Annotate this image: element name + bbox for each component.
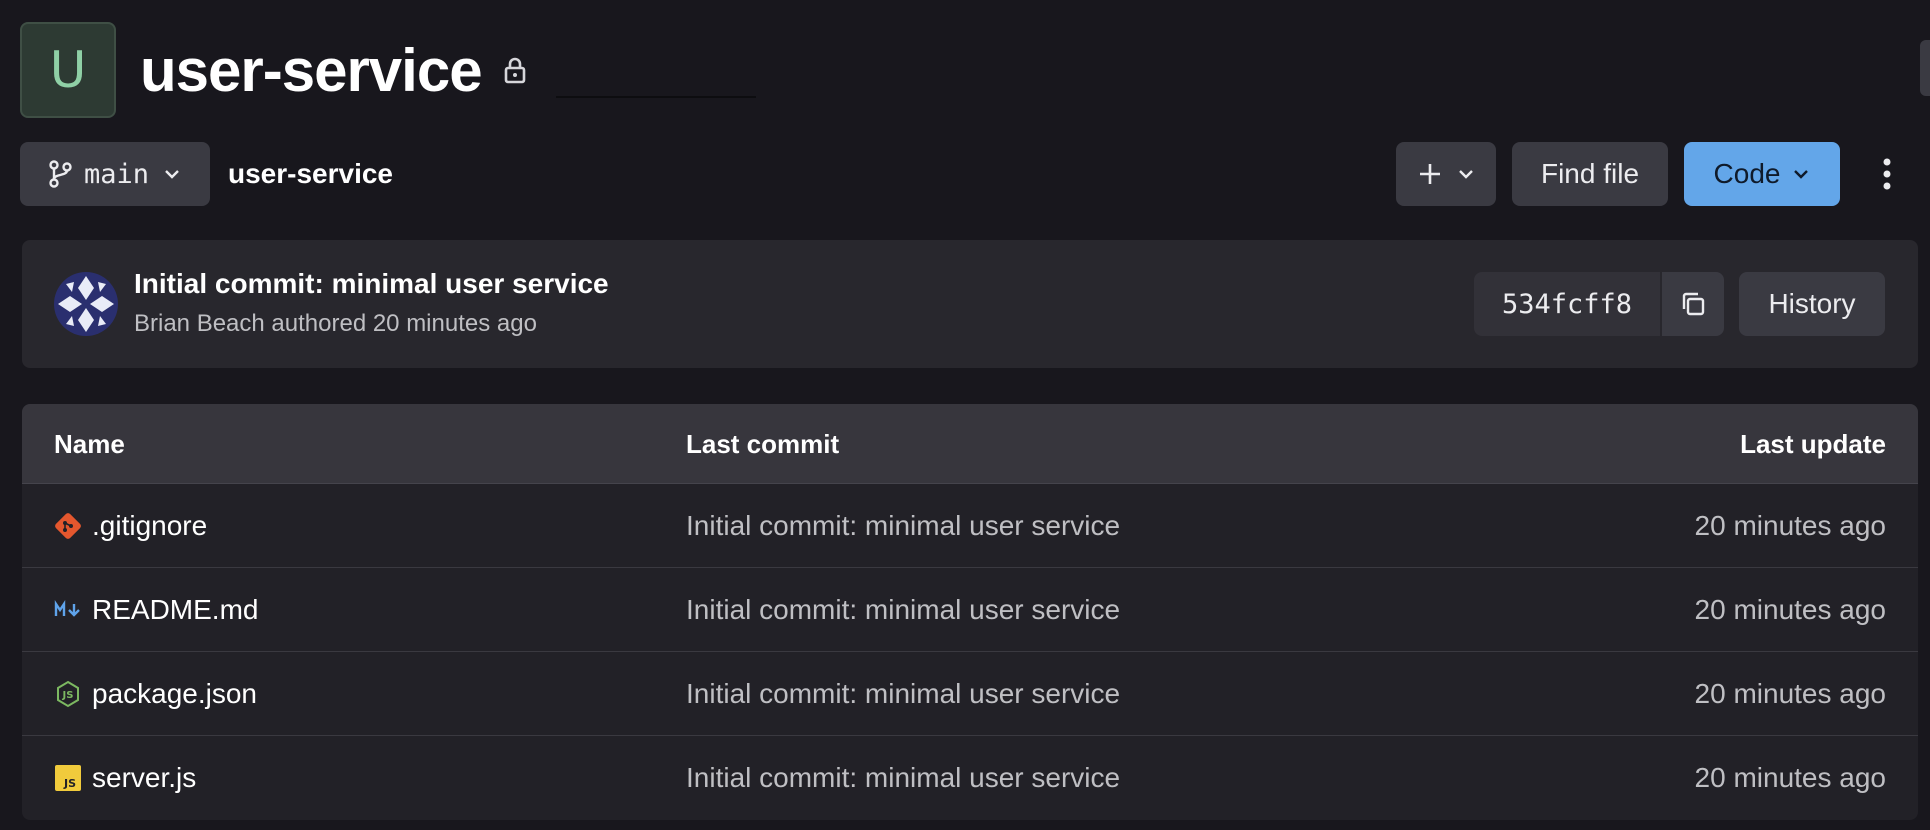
javascript-icon: JS bbox=[54, 764, 82, 792]
git-icon bbox=[54, 512, 82, 540]
table-row[interactable]: .gitignore Initial commit: minimal user … bbox=[22, 484, 1918, 568]
commit-sha[interactable]: 534fcff8 bbox=[1474, 272, 1660, 336]
column-header-last-commit: Last commit bbox=[686, 428, 840, 459]
branch-selector-button[interactable]: main bbox=[20, 142, 210, 206]
copy-sha-button[interactable] bbox=[1660, 272, 1724, 336]
svg-text:JS: JS bbox=[63, 777, 76, 790]
file-name[interactable]: package.json bbox=[92, 678, 257, 710]
project-avatar[interactable]: U bbox=[20, 22, 116, 118]
table-header: Name Last commit Last update bbox=[22, 404, 1918, 484]
commit-sha-group: 534fcff8 bbox=[1474, 272, 1724, 336]
copy-icon bbox=[1679, 290, 1707, 318]
column-header-last-update: Last update bbox=[1740, 428, 1886, 459]
more-actions-button[interactable] bbox=[1872, 142, 1902, 206]
file-last-update: 20 minutes ago bbox=[1694, 594, 1886, 625]
markdown-icon bbox=[54, 596, 82, 624]
svg-text:JS: JS bbox=[62, 690, 74, 701]
breadcrumb[interactable]: user-service bbox=[228, 142, 393, 206]
last-commit-card: Initial commit: minimal user service Bri… bbox=[22, 240, 1918, 368]
file-last-commit[interactable]: Initial commit: minimal user service bbox=[686, 736, 1120, 820]
file-name-cell[interactable]: .gitignore bbox=[54, 484, 207, 568]
column-header-name: Name bbox=[54, 428, 125, 459]
file-name-cell[interactable]: JS package.json bbox=[54, 652, 257, 736]
project-title: user-service bbox=[140, 36, 483, 104]
find-file-button[interactable]: Find file bbox=[1512, 142, 1668, 206]
chevron-down-icon bbox=[163, 168, 181, 180]
file-last-commit[interactable]: Initial commit: minimal user service bbox=[686, 652, 1120, 736]
table-row[interactable]: JS server.js Initial commit: minimal use… bbox=[22, 736, 1918, 820]
lock-icon bbox=[502, 56, 528, 84]
breadcrumb-project[interactable]: user-service bbox=[228, 158, 393, 190]
plus-icon bbox=[1417, 161, 1443, 187]
file-tree-table: Name Last commit Last update .gitignore … bbox=[22, 404, 1918, 820]
kebab-menu-icon bbox=[1882, 157, 1892, 191]
file-last-update: 20 minutes ago bbox=[1694, 762, 1886, 793]
table-row[interactable]: JS package.json Initial commit: minimal … bbox=[22, 652, 1918, 736]
repository-toolbar: main user-service Find file Code bbox=[20, 142, 1910, 206]
file-name-cell[interactable]: README.md bbox=[54, 568, 258, 652]
file-name[interactable]: server.js bbox=[92, 762, 196, 794]
history-button[interactable]: History bbox=[1739, 272, 1885, 336]
project-header: U user-service bbox=[20, 22, 756, 118]
file-name[interactable]: .gitignore bbox=[92, 510, 207, 542]
branch-icon bbox=[46, 159, 74, 189]
panel-edge-handle[interactable] bbox=[1920, 40, 1930, 96]
file-last-commit[interactable]: Initial commit: minimal user service bbox=[686, 484, 1120, 568]
author-avatar[interactable] bbox=[54, 272, 118, 336]
code-dropdown-button[interactable]: Code bbox=[1684, 142, 1840, 206]
project-avatar-letter: U bbox=[49, 41, 87, 99]
branch-name: main bbox=[84, 158, 150, 190]
file-last-update: 20 minutes ago bbox=[1694, 678, 1886, 709]
table-row[interactable]: README.md Initial commit: minimal user s… bbox=[22, 568, 1918, 652]
file-last-commit[interactable]: Initial commit: minimal user service bbox=[686, 568, 1120, 652]
file-last-update: 20 minutes ago bbox=[1694, 510, 1886, 541]
file-name[interactable]: README.md bbox=[92, 594, 258, 626]
title-edit-field[interactable] bbox=[555, 42, 756, 98]
nodejs-icon: JS bbox=[54, 680, 82, 708]
add-dropdown-button[interactable] bbox=[1396, 142, 1496, 206]
chevron-down-icon bbox=[1457, 168, 1475, 180]
file-name-cell[interactable]: JS server.js bbox=[54, 736, 196, 820]
repository-page: U user-service main user-service Find fi… bbox=[0, 0, 1930, 830]
chevron-down-icon bbox=[1792, 168, 1810, 180]
commit-title-link[interactable]: Initial commit: minimal user service bbox=[134, 268, 609, 300]
commit-author-meta: Brian Beach authored 20 minutes ago bbox=[134, 310, 537, 337]
code-button-label: Code bbox=[1713, 158, 1781, 189]
